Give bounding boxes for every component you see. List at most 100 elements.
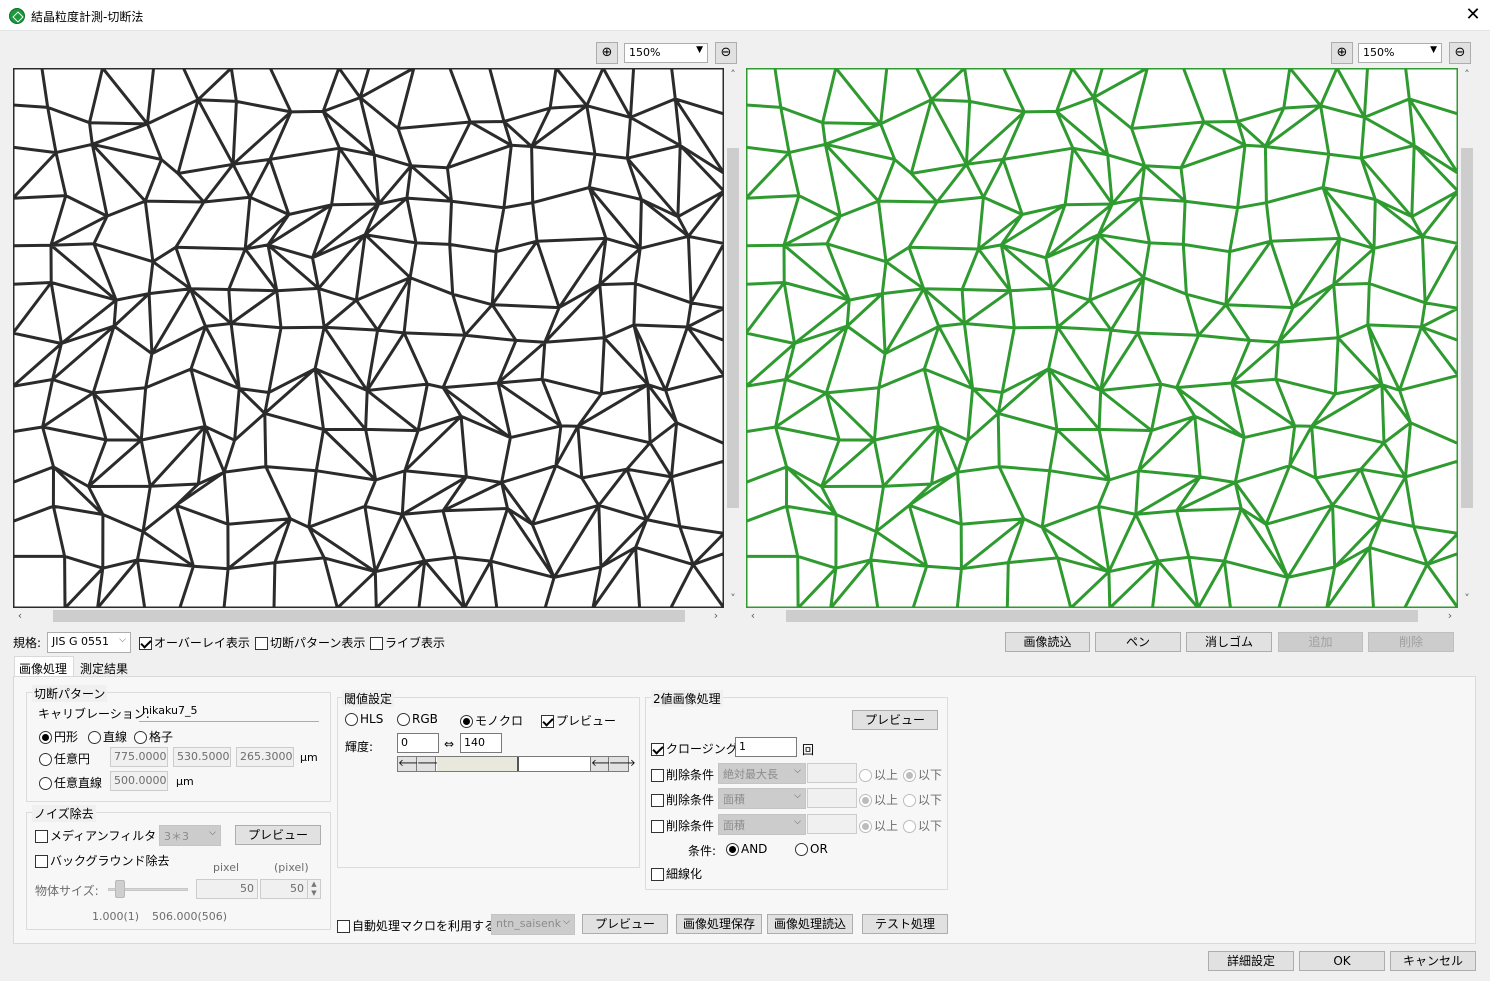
horizontal-scrollbar-left[interactable]: ‹ › — [13, 609, 724, 623]
radio-rgb[interactable]: RGB — [397, 712, 438, 726]
delete-cond-value-3[interactable] — [807, 814, 857, 834]
checkbox-box[interactable] — [255, 637, 268, 650]
save-processing-button[interactable]: 画像処理保存 — [676, 914, 762, 934]
radio-button[interactable] — [903, 820, 916, 833]
checkbox-box[interactable] — [337, 920, 350, 933]
checkbox-box[interactable] — [651, 820, 664, 833]
scroll-down-icon[interactable]: ˅ — [726, 592, 740, 605]
scroll-thumb[interactable] — [1461, 148, 1473, 508]
scroll-up-icon[interactable]: ˄ — [1460, 68, 1474, 81]
arrow-right-icon[interactable]: 🡒 — [417, 757, 444, 771]
test-processing-button[interactable]: テスト処理 — [862, 914, 948, 934]
thinning-checkbox[interactable]: 細線化 — [651, 865, 702, 882]
circle-value-1[interactable]: 775.00000 — [110, 747, 168, 767]
above-radio-3[interactable]: 以上 — [859, 817, 898, 834]
radio-circle[interactable]: 円形 — [39, 728, 78, 745]
radio-button[interactable] — [39, 731, 52, 744]
object-size-value-2[interactable]: 50 — [260, 879, 308, 899]
zoom-out-right-icon[interactable]: ⊖ — [1449, 42, 1471, 64]
delete-button[interactable]: 削除 — [1368, 632, 1454, 652]
scroll-left-icon[interactable]: ‹ — [746, 609, 760, 622]
zoom-select-right[interactable]: 150% ▼ — [1358, 43, 1442, 63]
ok-button[interactable]: OK — [1299, 951, 1385, 971]
scroll-thumb[interactable] — [53, 610, 685, 622]
load-processing-button[interactable]: 画像処理読込 — [767, 914, 853, 934]
radio-button[interactable] — [903, 769, 916, 782]
tab-results[interactable]: 測定結果 — [76, 657, 132, 678]
source-image-view[interactable] — [13, 68, 724, 608]
above-radio-2[interactable]: 以上 — [859, 791, 898, 808]
macro-select[interactable]: ntn_saisenk ⌵ — [491, 914, 575, 935]
radio-button[interactable] — [859, 769, 872, 782]
delete-cond-checkbox-1[interactable]: 削除条件 — [651, 766, 714, 783]
macro-checkbox[interactable]: 自動処理マクロを利用する — [337, 917, 496, 934]
close-icon[interactable]: ✕ — [1462, 4, 1484, 26]
scroll-down-icon[interactable]: ˅ — [1460, 592, 1474, 605]
object-size-value-1[interactable]: 50 — [196, 879, 258, 899]
radio-button[interactable] — [460, 715, 473, 728]
delete-cond-checkbox-2[interactable]: 削除条件 — [651, 791, 714, 808]
brightness-high-input[interactable]: 140 — [460, 733, 502, 753]
scroll-left-icon[interactable]: ‹ — [13, 609, 27, 622]
brightness-range-slider[interactable]: 🡐 🡒 🡐 🡒 — [397, 756, 636, 772]
below-radio-1[interactable]: 以下 — [903, 766, 942, 783]
delete-cond-select-2[interactable]: 面積 ⌵ — [718, 788, 806, 809]
arrow-left-icon[interactable]: 🡐 — [398, 757, 425, 771]
circle-value-2[interactable]: 530.50000 — [173, 747, 231, 767]
pen-button[interactable]: ペン — [1095, 632, 1181, 652]
zoom-select-left[interactable]: 150% ▼ — [624, 43, 708, 63]
closing-count-input[interactable]: 1 — [735, 737, 797, 757]
delete-cond-select-1[interactable]: 絶対最大長 ⌵ — [718, 763, 806, 784]
tab-image-processing[interactable]: 画像処理 — [14, 656, 74, 677]
delete-cond-value-2[interactable] — [807, 788, 857, 808]
median-size-select[interactable]: 3＊3 ⌵ — [159, 825, 221, 846]
checkbox-box[interactable] — [651, 868, 664, 881]
radio-button[interactable] — [345, 713, 358, 726]
checkbox-box[interactable] — [651, 794, 664, 807]
delete-cond-select-3[interactable]: 面積 ⌵ — [718, 814, 806, 835]
radio-arbitrary-line[interactable]: 任意直線 — [39, 774, 102, 791]
calibration-field[interactable]: hikaku7_5 — [139, 702, 319, 722]
radio-hls[interactable]: HLS — [345, 712, 383, 726]
scroll-right-icon[interactable]: › — [1443, 609, 1457, 622]
vertical-scrollbar-right[interactable]: ˄ ˅ — [1460, 68, 1474, 608]
pattern-checkbox[interactable]: 切断パターン表示 — [255, 634, 365, 651]
load-image-button[interactable]: 画像読込 — [1005, 632, 1090, 652]
checkbox-box[interactable] — [651, 743, 664, 756]
radio-button[interactable] — [88, 731, 101, 744]
radio-button[interactable] — [795, 843, 808, 856]
threshold-preview-checkbox[interactable]: プレビュー — [541, 712, 616, 729]
arrow-left-icon[interactable]: 🡐 — [590, 757, 618, 771]
binary-preview-button[interactable]: プレビュー — [852, 710, 938, 730]
zoom-in-right-icon[interactable]: ⊕ — [1331, 42, 1353, 64]
vertical-scrollbar-left[interactable]: ˄ ˅ — [726, 68, 740, 608]
cancel-button[interactable]: キャンセル — [1390, 951, 1476, 971]
below-radio-3[interactable]: 以下 — [903, 817, 942, 834]
scroll-thumb[interactable] — [727, 148, 739, 508]
zoom-in-left-icon[interactable]: ⊕ — [596, 42, 618, 64]
checkbox-box[interactable] — [35, 830, 48, 843]
radio-or[interactable]: OR — [795, 842, 828, 856]
overlay-checkbox[interactable]: オーバーレイ表示 — [139, 634, 250, 651]
radio-button[interactable] — [726, 843, 739, 856]
radio-arbitrary-circle[interactable]: 任意円 — [39, 750, 90, 767]
closing-checkbox[interactable]: クロージング — [651, 740, 738, 757]
radio-button[interactable] — [39, 777, 52, 790]
radio-button[interactable] — [397, 713, 410, 726]
radio-mono[interactable]: モノクロ — [460, 712, 523, 729]
add-button[interactable]: 追加 — [1278, 632, 1363, 652]
median-checkbox[interactable]: メディアンフィルタ — [35, 827, 156, 844]
scroll-right-icon[interactable]: › — [709, 609, 723, 622]
arrow-right-icon[interactable]: 🡒 — [609, 757, 636, 771]
line-value[interactable]: 500.00000 — [110, 771, 168, 791]
above-radio-1[interactable]: 以上 — [859, 766, 898, 783]
zoom-out-left-icon[interactable]: ⊖ — [715, 42, 737, 64]
checkbox-box[interactable] — [370, 637, 383, 650]
spin-buttons[interactable]: ▲ ▼ — [307, 879, 321, 899]
checkbox-box[interactable] — [541, 715, 554, 728]
scroll-up-icon[interactable]: ˄ — [726, 68, 740, 81]
detail-settings-button[interactable]: 詳細設定 — [1208, 951, 1294, 971]
scroll-thumb[interactable] — [786, 610, 1418, 622]
live-checkbox[interactable]: ライブ表示 — [370, 634, 445, 651]
checkbox-box[interactable] — [651, 769, 664, 782]
